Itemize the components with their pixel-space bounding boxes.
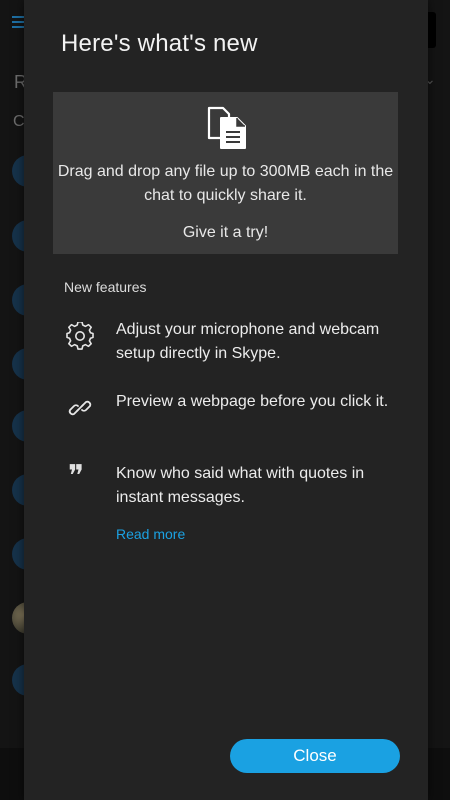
new-features-heading: New features bbox=[64, 279, 147, 295]
gear-icon bbox=[66, 322, 94, 350]
feature-item-text: Adjust your microphone and webcam setup … bbox=[116, 321, 380, 362]
feature-highlight-cta: Give it a try! bbox=[182, 224, 269, 241]
close-button[interactable]: Close bbox=[230, 739, 400, 773]
read-more-link[interactable]: Read more bbox=[116, 526, 185, 542]
background-subheading-fragment: C bbox=[13, 113, 25, 130]
feature-highlight-card: Drag and drop any file up to 300MB each … bbox=[53, 92, 398, 254]
feature-item-text: Preview a webpage before you click it. bbox=[116, 393, 389, 410]
screen: R C ⌄ Here's what's new Drag and drop an… bbox=[0, 0, 450, 800]
feature-item-text: Know who said what with quotes in instan… bbox=[116, 465, 365, 506]
dialog-title: Here's what's new bbox=[61, 30, 258, 57]
quote-icon: ❞ bbox=[68, 459, 84, 494]
feature-highlight-description: Drag and drop any file up to 300MB each … bbox=[57, 163, 394, 204]
link-icon bbox=[68, 400, 92, 416]
hamburger-menu-icon[interactable] bbox=[12, 16, 24, 30]
file-share-icon bbox=[207, 106, 246, 149]
whats-new-dialog: Here's what's new Drag and drop any file… bbox=[24, 0, 428, 800]
